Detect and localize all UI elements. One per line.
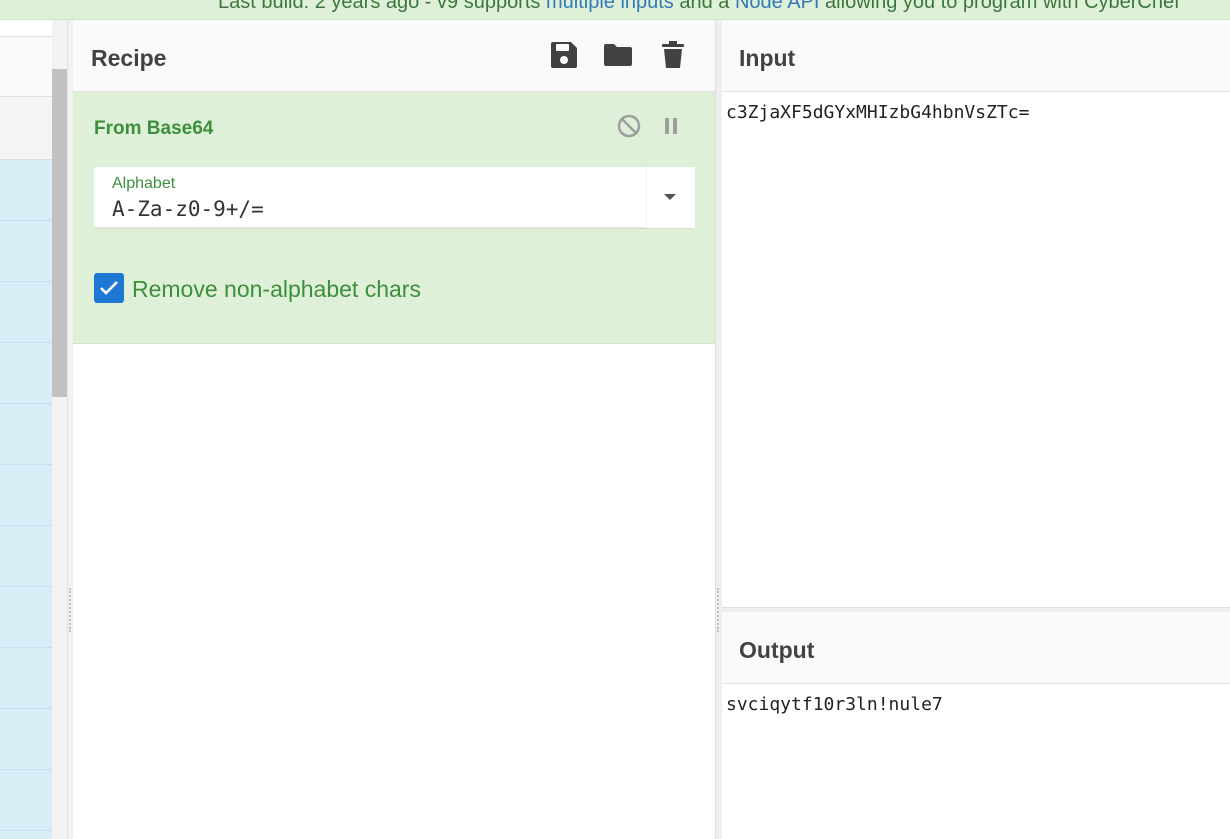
operation-list-item[interactable] [0,160,52,221]
operations-panel [0,20,52,839]
operation-list-item[interactable] [0,343,52,404]
banner-text-after: allowing you to program with CyberChef [819,0,1180,13]
banner-text-before: Last build: 2 years ago - v9 supports [218,0,546,13]
alphabet-underline [94,227,645,228]
operations-category-favourites[interactable] [0,97,52,160]
folder-icon[interactable] [602,39,634,71]
operation-list-item[interactable] [0,526,52,587]
operation-list-item[interactable] [0,282,52,343]
operation-list-item[interactable] [0,221,52,282]
disable-icon[interactable] [616,113,642,139]
input-panel: Input c3ZjaXF5dGYxMHIzbG4hbnVsZTc= [722,20,1230,607]
operations-search[interactable] [0,20,52,37]
operation-list-item[interactable] [0,404,52,465]
pause-icon[interactable] [658,113,684,139]
banner-text-mid: and a [673,0,735,13]
operation-list-item[interactable] [0,770,52,831]
notice-banner: Last build: 2 years ago - v9 supports mu… [0,0,1230,20]
recipe-header: Recipe [73,20,715,92]
remove-non-alphabet-label[interactable]: Remove non-alphabet chars [132,276,421,303]
banner-link-node-api[interactable]: Node API [735,0,820,13]
output-panel: Output svciqytf10r3ln!nule7 [722,612,1230,839]
input-header: Input [722,20,1230,92]
alphabet-label: Alphabet [112,175,176,192]
middle-gutter-handle[interactable] [717,588,721,632]
banner-link-multiple-inputs[interactable]: multiple inputs [546,0,674,13]
trash-icon[interactable] [657,39,689,71]
input-textarea[interactable]: c3ZjaXF5dGYxMHIzbG4hbnVsZTc= [726,102,1029,123]
checkmark-icon [100,281,118,295]
operations-header [0,37,52,97]
operation-title: From Base64 [94,118,214,139]
recipe-operation-from-base64[interactable]: From Base64 Alphabet A-Za-z0-9+/= Remove… [73,92,715,344]
output-header: Output [722,612,1230,684]
remove-non-alphabet-checkbox[interactable] [94,273,124,303]
output-textarea[interactable]: svciqytf10r3ln!nule7 [726,694,943,715]
save-icon[interactable] [548,39,580,71]
recipe-title: Recipe [91,45,167,71]
input-title: Input [739,45,796,71]
alphabet-field[interactable]: Alphabet A-Za-z0-9+/= [94,167,695,228]
alphabet-value[interactable]: A-Za-z0-9+/= [112,197,264,221]
operation-list-item[interactable] [0,709,52,770]
output-title: Output [739,637,815,663]
operation-list-item[interactable] [0,648,52,709]
operations-list [0,160,52,839]
recipe-panel: Recipe From Base64 Alphabet A-Za-z0-9+/= [73,20,715,839]
chevron-down-icon [664,194,676,200]
alphabet-dropdown-button[interactable] [646,167,695,228]
operation-list-item[interactable] [0,465,52,526]
operations-scrollbar-thumb[interactable] [52,69,67,397]
banner-text: Last build: 2 years ago - v9 supports mu… [218,0,1180,14]
operation-list-item[interactable] [0,587,52,648]
